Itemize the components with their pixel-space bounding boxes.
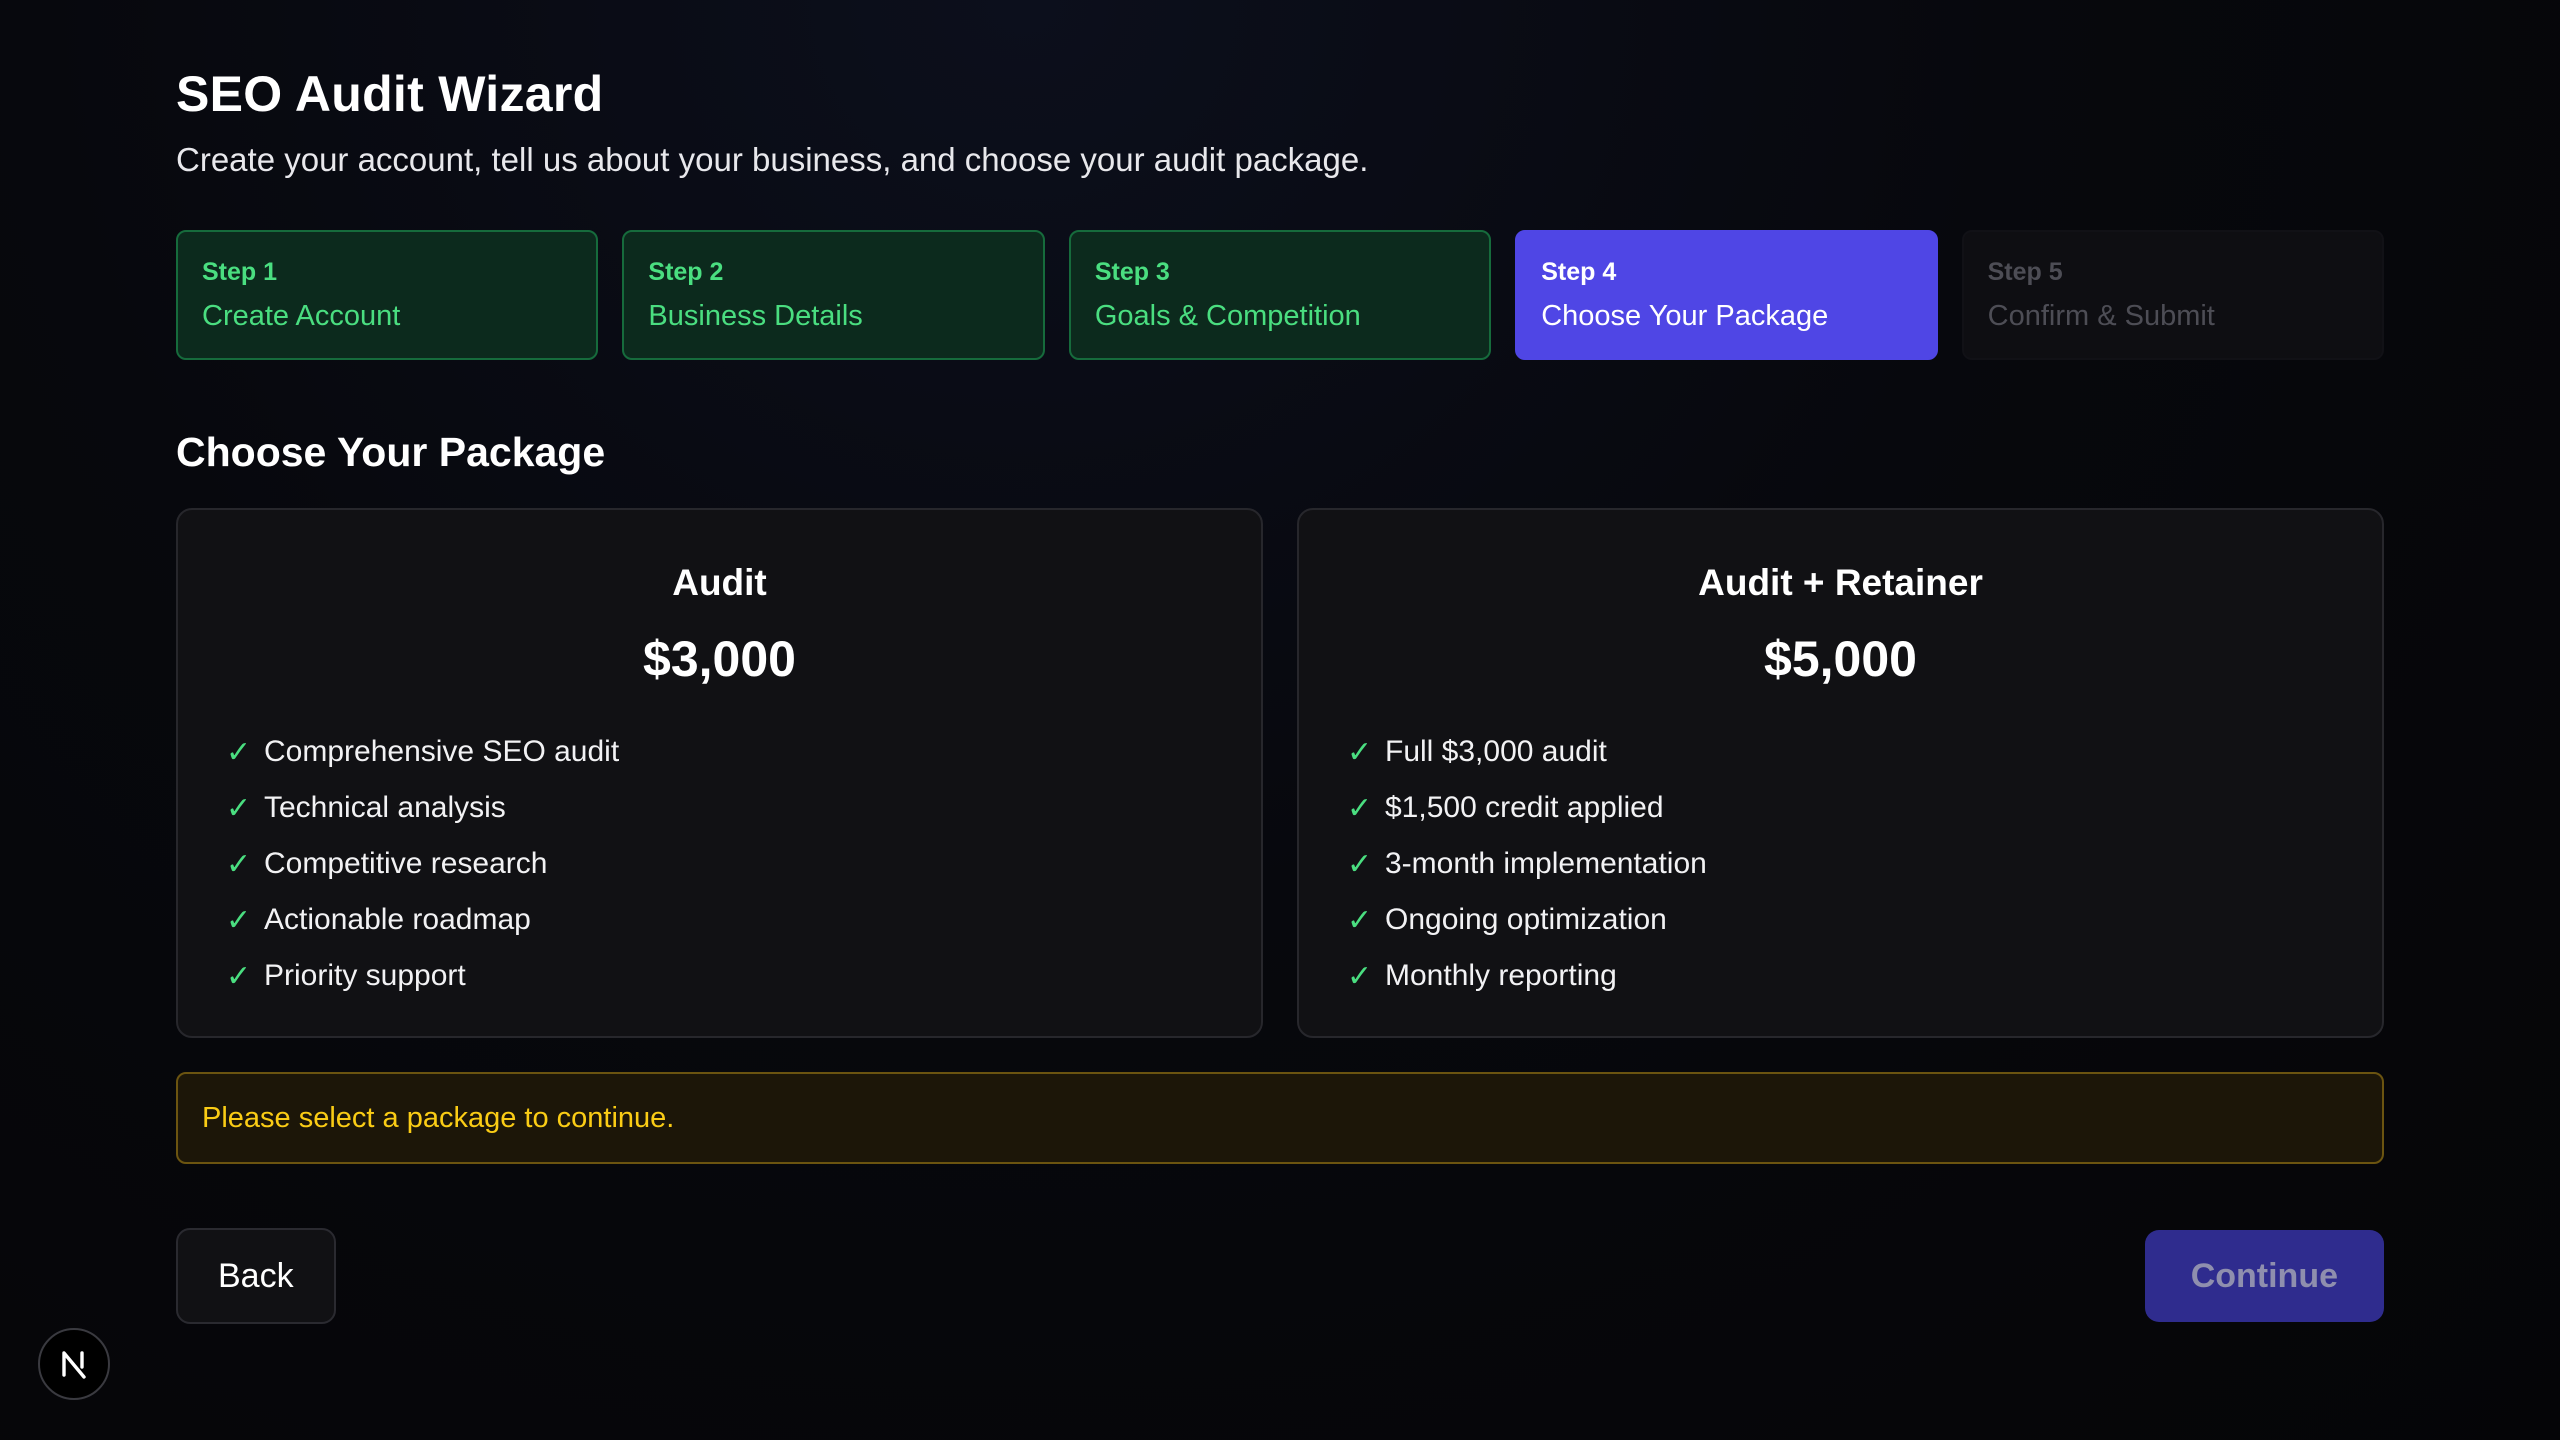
feature-item: ✓ 3-month implementation <box>1345 836 2336 892</box>
package-price: $3,000 <box>643 631 796 687</box>
package-price: $5,000 <box>1764 631 1917 687</box>
feature-list: ✓ Full $3,000 audit ✓ $1,500 credit applie… <box>1345 724 2336 1004</box>
feature-text: Monthly reporting <box>1385 959 1617 992</box>
step-goals-competition[interactable]: Step 3 Goals & Competition <box>1068 230 1492 360</box>
nextjs-logo-icon <box>62 1351 86 1379</box>
feature-text: Technical analysis <box>264 791 506 824</box>
step-number: Step 3 <box>1094 258 1170 286</box>
section-title: Choose Your Package <box>176 429 606 475</box>
check-icon: ✓ <box>226 791 252 825</box>
check-icon: ✓ <box>1347 735 1373 769</box>
check-icon: ✓ <box>1347 791 1373 825</box>
check-icon: ✓ <box>226 735 252 769</box>
check-icon: ✓ <box>1347 959 1373 993</box>
feature-item: ✓ Monthly reporting <box>1345 948 2336 1004</box>
continue-button[interactable]: Continue <box>2144 1230 2384 1322</box>
step-number: Step 5 <box>1987 258 2063 286</box>
step-confirm-submit: Step 5 Confirm & Submit <box>1961 230 2385 360</box>
feature-list: ✓ Comprehensive SEO audit ✓ Technical anal… <box>224 724 1215 1004</box>
check-icon: ✓ <box>1347 903 1373 937</box>
package-card-audit-retainer[interactable]: Audit + Retainer $5,000 ✓ Full $3,000 aud… <box>1297 508 2384 1038</box>
back-button[interactable]: Back <box>176 1228 336 1324</box>
nextjs-dev-badge[interactable] <box>38 1328 110 1400</box>
feature-item: ✓ Full $3,000 audit <box>1345 724 2336 780</box>
package-name: Audit <box>672 562 767 603</box>
step-choose-package[interactable]: Step 4 Choose Your Package <box>1515 230 1938 360</box>
feature-text: Competitive research <box>264 847 548 880</box>
package-options: Audit $3,000 ✓ Comprehensive SEO audit ✓ T… <box>176 508 2384 1038</box>
step-label: Business Details <box>648 300 863 332</box>
check-icon: ✓ <box>226 959 252 993</box>
check-icon: ✓ <box>226 903 252 937</box>
step-label: Goals & Competition <box>1094 300 1361 332</box>
warning-alert: Please select a package to continue. <box>176 1072 2384 1164</box>
feature-text: 3-month implementation <box>1385 847 1707 880</box>
step-label: Choose Your Package <box>1541 300 1829 332</box>
feature-item: ✓ Competitive research <box>224 836 1215 892</box>
wizard-container: SEO Audit Wizard Create your account, te… <box>176 60 2385 1324</box>
feature-item: ✓ Actionable roadmap <box>224 892 1215 948</box>
feature-text: Full $3,000 audit <box>1385 735 1607 768</box>
feature-text: Priority support <box>264 959 466 992</box>
feature-text: Comprehensive SEO audit <box>264 735 620 768</box>
feature-text: Actionable roadmap <box>264 903 531 936</box>
step-number: Step 2 <box>648 258 724 286</box>
check-icon: ✓ <box>1347 847 1373 881</box>
stepper: Step 1 Create Account Step 2 Business De… <box>176 230 2385 360</box>
feature-item: ✓ Technical analysis <box>224 780 1215 836</box>
feature-text: $1,500 credit applied <box>1385 791 1664 824</box>
feature-text: Ongoing optimization <box>1385 903 1667 936</box>
step-label: Confirm & Submit <box>1987 300 2215 332</box>
page-title: SEO Audit Wizard <box>176 66 604 122</box>
alert-message: Please select a package to continue. <box>202 1101 675 1134</box>
step-number: Step 1 <box>202 258 278 286</box>
check-icon: ✓ <box>226 847 252 881</box>
step-label: Create Account <box>202 300 401 332</box>
step-business-details[interactable]: Step 2 Business Details <box>622 230 1045 360</box>
package-card-audit[interactable]: Audit $3,000 ✓ Comprehensive SEO audit ✓ T… <box>176 508 1263 1038</box>
package-name: Audit + Retainer <box>1698 562 1983 603</box>
feature-item: ✓ Priority support <box>224 948 1215 1004</box>
page-subtitle: Create your account, tell us about your … <box>176 141 1369 178</box>
wizard-actions: Back Continue <box>176 1228 2384 1324</box>
feature-item: ✓ Ongoing optimization <box>1345 892 2336 948</box>
feature-item: ✓ Comprehensive SEO audit <box>224 724 1215 780</box>
step-create-account[interactable]: Step 1 Create Account <box>176 230 599 360</box>
step-number: Step 4 <box>1541 258 1617 286</box>
feature-item: ✓ $1,500 credit applied <box>1345 780 2336 836</box>
